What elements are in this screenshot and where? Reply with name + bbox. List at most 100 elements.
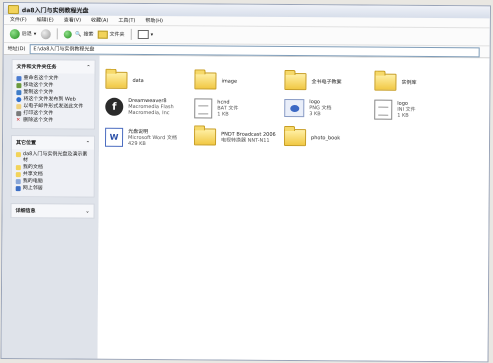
computer-icon <box>15 178 21 184</box>
collapse-icon[interactable]: ⌃ <box>86 140 90 146</box>
task-print[interactable]: 打印这个文件 <box>16 110 90 117</box>
explorer-body: 文件和文件夹任务 ⌃ 重命名这个文件 移动这个文件 复制这个文件 将这个文件发布… <box>1 55 490 362</box>
chevron-down-icon: ▾ <box>33 30 37 37</box>
task-pane: 文件和文件夹任务 ⌃ 重命名这个文件 移动这个文件 复制这个文件 将这个文件发布… <box>1 55 100 359</box>
file-size: 3 KB <box>309 111 321 118</box>
file-item-logo-png[interactable]: logo PNG 文档 3 KB <box>284 98 332 118</box>
collapse-icon[interactable]: ⌃ <box>86 64 90 70</box>
place-shared-documents[interactable]: 共享文档 <box>15 171 90 178</box>
search-icon: 🔍 <box>75 31 82 38</box>
place-label: 我的文档 <box>22 164 43 171</box>
task-rename[interactable]: 重命名这个文件 <box>16 75 90 82</box>
task-email[interactable]: 以电子邮件形式发送此文件 <box>16 103 90 110</box>
file-size: 1 KB <box>397 112 409 119</box>
up-folder-button[interactable] <box>63 29 72 38</box>
details-panel: 详细信息 ⌄ <box>10 203 95 219</box>
file-item-example-library[interactable]: 实例库 <box>374 73 417 91</box>
expand-icon[interactable]: ⌄ <box>85 208 89 214</box>
menu-favorites[interactable]: 收藏(A) <box>91 17 108 24</box>
file-item-readme-doc[interactable]: W 光盘说明 Microsoft Word 文档 429 KB <box>104 127 177 148</box>
menu-tools[interactable]: 工具(T) <box>118 17 135 24</box>
move-icon <box>16 82 22 88</box>
window-title: da8入门与实例教程光盘 <box>21 6 89 15</box>
menu-edit[interactable]: 编辑(E) <box>37 16 54 23</box>
file-tasks-panel: 文件和文件夹任务 ⌃ 重命名这个文件 移动这个文件 复制这个文件 将这个文件发布… <box>11 59 96 130</box>
file-caption: 光盘说明 Microsoft Word 文档 429 KB <box>128 128 177 146</box>
email-icon <box>16 103 22 109</box>
settings-file-icon <box>374 99 393 120</box>
delete-icon: ✕ <box>16 117 21 124</box>
search-label: 搜索 <box>83 31 94 38</box>
back-button[interactable]: 后退 ▾ <box>9 28 37 39</box>
details-title: 详细信息 <box>15 208 36 215</box>
menu-view[interactable]: 查看(V) <box>64 16 81 23</box>
place-my-computer[interactable]: 我的电脑 <box>15 178 90 185</box>
place-network[interactable]: 网上邻居 <box>15 185 90 192</box>
file-tasks-title: 文件和文件夹任务 <box>16 64 57 71</box>
task-publish[interactable]: 将这个文件发布到 Web <box>16 96 90 103</box>
other-places-title: 其它位置 <box>15 140 37 147</box>
task-label: 将这个文件发布到 Web <box>23 96 76 103</box>
other-places-header[interactable]: 其它位置 ⌃ <box>11 136 95 150</box>
folder-icon <box>105 71 128 89</box>
file-caption: PNDT Broadcast 2006 电视转换器 NNT-N11 <box>221 131 276 143</box>
file-item-photo-book[interactable]: photo_book <box>284 128 341 147</box>
folder-icon <box>7 4 19 14</box>
back-arrow-icon <box>9 28 20 39</box>
file-view: data image 全书电子教案 实例库 f Dreamweaver8 Mac… <box>97 55 490 362</box>
file-item-image[interactable]: image <box>194 72 238 90</box>
place-my-documents[interactable]: 我的文档 <box>15 164 90 171</box>
place-label: da8入门与实例光盘及演示素材 <box>22 151 88 164</box>
views-button[interactable]: ▾ <box>137 29 154 40</box>
details-header[interactable]: 详细信息 ⌄ <box>11 204 94 218</box>
place-label: 网上邻居 <box>22 185 43 192</box>
toolbar-separator <box>56 28 58 40</box>
file-item-data[interactable]: data <box>105 71 144 89</box>
file-item-dreamweaver8[interactable]: f Dreamweaver8 Macromedia Flash Macromed… <box>105 97 174 116</box>
task-delete[interactable]: ✕ 删除这个文件 <box>16 117 90 124</box>
file-name: 全书电子教案 <box>311 78 342 85</box>
file-caption: logo PNG 文档 3 KB <box>309 99 331 117</box>
print-icon <box>16 110 22 116</box>
file-type: Microsoft Word 文档 <box>128 134 177 141</box>
file-item-hcnd[interactable]: hcnd BAT 文件 1 KB <box>194 98 238 119</box>
image-file-icon <box>284 98 305 118</box>
file-name: photo_book <box>311 134 341 141</box>
task-label: 删除这个文件 <box>23 117 54 124</box>
folder-icon <box>284 72 307 91</box>
batch-file-icon <box>194 98 213 119</box>
back-label: 后退 <box>21 31 32 38</box>
task-label: 移动这个文件 <box>23 82 54 89</box>
folder-icon <box>194 72 217 90</box>
folders-button[interactable]: 文件夹 <box>97 30 125 39</box>
file-item-lesson-plans[interactable]: 全书电子教案 <box>284 72 342 91</box>
menu-file[interactable]: 文件(F) <box>10 16 27 23</box>
file-tasks-header[interactable]: 文件和文件夹任务 ⌃ <box>12 60 95 74</box>
forward-button[interactable] <box>40 28 51 39</box>
menu-help[interactable]: 帮助(H) <box>145 17 163 24</box>
folder-icon <box>15 164 21 170</box>
folders-label: 文件夹 <box>109 31 125 38</box>
copy-icon <box>16 89 22 95</box>
folder-icon <box>374 73 397 91</box>
explorer-window: da8入门与实例教程光盘 文件(F) 编辑(E) 查看(V) 收藏(A) 工具(… <box>0 2 491 363</box>
file-size: 1 KB <box>217 111 229 118</box>
other-places-list: da8入门与实例光盘及演示素材 我的文档 共享文档 我的电脑 网上邻居 <box>12 149 94 197</box>
file-name: 实例库 <box>401 79 417 86</box>
globe-icon <box>16 96 22 102</box>
file-item-pndt-broadcast[interactable]: PNDT Broadcast 2006 电视转换器 NNT-N11 <box>194 128 276 146</box>
file-size: 429 KB <box>127 140 146 147</box>
task-label: 重命名这个文件 <box>23 75 59 82</box>
task-copy[interactable]: 复制这个文件 <box>16 89 90 96</box>
file-item-logo-ini[interactable]: logo INI 文件 1 KB <box>374 99 416 120</box>
search-button[interactable]: 🔍 搜索 <box>75 31 93 38</box>
network-icon <box>15 185 21 191</box>
file-name: image <box>221 78 238 85</box>
place-parent-folder[interactable]: da8入门与实例光盘及演示素材 <box>15 151 90 164</box>
task-move[interactable]: 移动这个文件 <box>16 82 90 89</box>
address-label: 地址(D) <box>7 46 26 53</box>
folder-icon <box>284 128 307 147</box>
toolbar-separator-2 <box>130 28 132 40</box>
file-caption: hcnd BAT 文件 1 KB <box>217 99 238 117</box>
file-type: 电视转换器 NNT-N11 <box>221 137 270 144</box>
